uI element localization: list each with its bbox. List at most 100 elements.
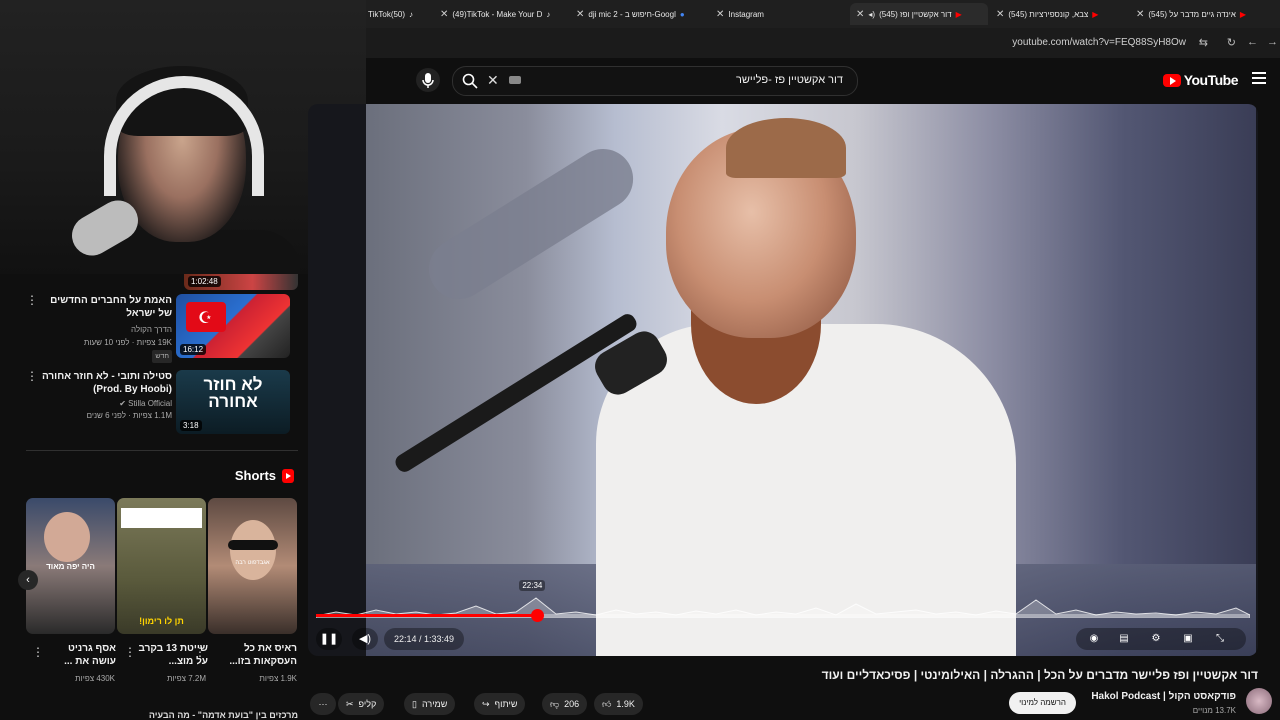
short-views: 1.9K צפיות	[259, 674, 297, 683]
video-duration: 3:18	[180, 420, 202, 431]
more-actions-button[interactable]: ···	[310, 693, 336, 715]
thumbs-up-icon: 👍︎	[602, 698, 612, 709]
close-icon[interactable]: ✕	[440, 9, 448, 20]
clip-button[interactable]: ✂ קליפ	[338, 693, 385, 715]
menu-icon[interactable]	[1252, 72, 1266, 84]
channel-name[interactable]: Stilla Official ✔	[40, 398, 172, 409]
channel-name[interactable]: הדרך הקולה	[40, 324, 172, 335]
more-options-icon[interactable]: ⋮	[26, 370, 38, 382]
share-icon: ↪	[482, 698, 490, 709]
browser-tab[interactable]: TikTok(50) ♪	[368, 6, 444, 22]
tab-label: Instagram	[728, 9, 764, 19]
tiktok-icon: ♪	[409, 9, 414, 19]
search-query: דור אקשטיין פז -פליישר	[735, 74, 843, 86]
like-button[interactable]: 👍︎ 1.9K	[594, 693, 643, 715]
save-button[interactable]: ▯ שמירה	[404, 693, 456, 715]
close-icon[interactable]: ✕	[716, 9, 724, 20]
youtube-logo[interactable]: YouTube	[1162, 72, 1239, 88]
verified-icon: ✔	[119, 399, 126, 408]
browser-tab[interactable]: ✕ (49)TikTok - Make Your D ♪	[440, 6, 564, 22]
dislike-button[interactable]: 👎︎ 206	[542, 693, 588, 715]
browser-tab[interactable]: ✕ (545) צבא, קונספירציות ▶	[996, 6, 1126, 22]
miniplayer-icon[interactable]: ▣	[1180, 631, 1196, 647]
tab-label: (545) דור אקשטיין ופז	[879, 9, 952, 19]
youtube-header: ✕ דור אקשטיין פז -פליישר YouTube	[366, 58, 1280, 104]
chevron-left-icon: ‹	[26, 574, 30, 586]
shorts-icon	[282, 468, 294, 483]
search-input[interactable]: ✕ דור אקשטיין פז -פליישר	[452, 66, 858, 96]
close-icon[interactable]: ✕	[576, 9, 584, 20]
autoplay-toggle-icon[interactable]: ◉	[1086, 631, 1102, 647]
channel-avatar[interactable]	[1246, 688, 1272, 714]
settings-gear-icon[interactable]: ⚙	[1148, 631, 1164, 647]
close-icon[interactable]: ✕	[856, 9, 864, 20]
close-icon[interactable]: ✕	[1136, 9, 1144, 20]
share-button[interactable]: ↪ שיתוף	[474, 693, 526, 715]
video-title-heading: דור אקשטיין ופז פליישר מדברים על הכל | ה…	[821, 668, 1258, 682]
video-thumbnail[interactable]: לא חוזר אחורה 3:18	[176, 370, 290, 434]
short-thumbnail[interactable]: אגבדפוט רבה	[208, 498, 297, 634]
video-title[interactable]: האמת על החברים החדשים של ישראל	[40, 294, 172, 320]
divider	[26, 450, 298, 451]
youtube-play-icon	[1162, 73, 1181, 87]
browser-tab[interactable]: ✕ (545) אינדה גיים מדבר על ▶	[1136, 6, 1276, 22]
audio-icon: ◂)	[868, 9, 876, 19]
list-item[interactable]: לא חוזר אחורה 3:18 ⋮ סטילה ותובי - לא חו…	[26, 370, 298, 436]
video-player[interactable]: 22:34 ❚❚ ◀) 22:14 / 1:33:49 ◉ ▤ ⚙ ▣ ⤡	[308, 104, 1258, 656]
pause-icon: ❚❚	[319, 633, 339, 645]
video-thumbnail[interactable]: ☪ 16:12	[176, 294, 290, 358]
channel-info: פודקאסט הקול | Hakol Podcast 13.7K מנויי…	[982, 688, 1272, 720]
browser-tab[interactable]: ✕ Instagram ◙	[716, 6, 836, 22]
short-views: 430K צפיות	[75, 674, 115, 683]
scissors-icon: ✂	[346, 698, 354, 709]
more-options-icon[interactable]: ⋮	[32, 646, 44, 658]
channel-name[interactable]: פודקאסט הקול | Hakol Podcast	[1091, 691, 1236, 702]
progress-bar[interactable]	[316, 614, 1250, 617]
tiktok-icon: ♪	[546, 9, 551, 19]
keyboard-icon[interactable]	[509, 76, 521, 84]
pause-button[interactable]: ❚❚	[316, 628, 342, 650]
short-thumbnail[interactable]: היה יפה מאוד	[26, 498, 115, 634]
more-options-icon[interactable]: ⋮	[124, 646, 136, 658]
search-icon[interactable]	[461, 72, 479, 90]
crescent-star-icon: ☪	[198, 310, 213, 327]
progress-played	[316, 614, 538, 617]
video-title[interactable]: מרכזים בין "בועת אדמה" - מה הבעיה	[26, 710, 298, 720]
player-controls: ❚❚ ◀) 22:14 / 1:33:49 ◉ ▤ ⚙ ▣ ⤡	[308, 622, 1258, 656]
more-options-icon[interactable]: ⋮	[26, 294, 38, 306]
short-title[interactable]: ראיס את כל העסקאות בזו...	[208, 642, 297, 668]
short-title[interactable]: שייטת 13 בקרב על מוצ...	[136, 642, 208, 668]
new-badge: חדש	[152, 350, 172, 363]
translate-icon[interactable]: ⇆	[1199, 36, 1208, 49]
clear-search-icon[interactable]: ✕	[487, 72, 499, 89]
subtitles-icon[interactable]: ▤	[1116, 631, 1132, 647]
back-arrow-icon[interactable]: ←	[1247, 36, 1258, 48]
google-icon: ●	[679, 9, 685, 19]
tab-label: (49)TikTok - Make Your D	[452, 9, 543, 19]
tab-label: (545) צבא, קונספירציות	[1008, 9, 1089, 19]
short-thumbnail[interactable]: תן לו רימון!	[117, 498, 206, 634]
youtube-tab-icon: ▶	[955, 9, 962, 19]
youtube-tab-icon: ▶	[1092, 9, 1099, 19]
video-title[interactable]: סטילה ותובי - לא חוזר אחורה (Prod. By Ho…	[40, 370, 172, 396]
shorts-previous-button[interactable]: ‹	[18, 570, 38, 590]
video-thumbnail[interactable]: 1:02:48	[184, 274, 298, 290]
forward-arrow-icon[interactable]: →	[1267, 36, 1278, 48]
hover-time-tooltip: 22:34	[519, 580, 546, 591]
fullscreen-icon[interactable]: ⤡	[1212, 631, 1228, 647]
reload-icon[interactable]: ↻	[1227, 36, 1236, 49]
video-frame	[366, 104, 1256, 656]
browser-tab-active[interactable]: ✕ ◂) (545) דור אקשטיין ופז ▶	[850, 3, 988, 25]
list-item[interactable]: ☪ 16:12 ⋮ האמת על החברים החדשים של ישראל…	[26, 294, 298, 363]
browser-tab[interactable]: ✕ dji mic 2 - חיפוש ב-Googl ●	[576, 6, 704, 22]
subscribe-button[interactable]: הרשמה למינוי	[1009, 692, 1076, 714]
voice-search-button[interactable]	[416, 68, 440, 92]
volume-button[interactable]: ◀)	[352, 628, 378, 650]
youtube-logo-text: YouTube	[1183, 72, 1239, 88]
video-duration: 1:02:48	[188, 276, 221, 287]
url-field[interactable]: youtube.com/watch?v=FEQ88SyH8Ow	[1012, 37, 1186, 48]
short-title[interactable]: אסף גרניט עושה את ...	[44, 642, 116, 668]
thumbnail-text: לא חוזר אחורה	[203, 375, 263, 411]
tab-label: dji mic 2 - חיפוש ב-Googl	[588, 9, 676, 19]
close-icon[interactable]: ✕	[996, 9, 1004, 20]
